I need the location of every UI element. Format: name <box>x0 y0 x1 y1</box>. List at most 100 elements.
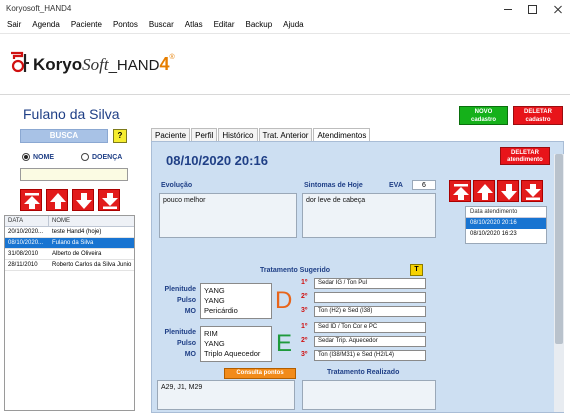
cell-name: Fulano da Silva <box>52 240 94 246</box>
pulso-label: Pulso <box>176 297 196 304</box>
window-title: Koryosoft_HAND4 <box>6 4 72 13</box>
at-down-button[interactable] <box>497 180 519 202</box>
deletar-atendimento-button[interactable]: DELETAR atendimento <box>500 147 550 165</box>
radio-nome[interactable]: NOME <box>22 153 54 161</box>
sintomas-field[interactable]: dor leve de cabeça <box>302 193 436 238</box>
search-input[interactable] <box>20 168 128 181</box>
table-row[interactable]: 28/11/2010 Roberto Carlos da Silva Junio <box>5 260 134 271</box>
cell-date: 08/10/2020... <box>8 240 44 246</box>
novo-cadastro-button[interactable]: NOVO cadastro <box>459 106 508 125</box>
ordinal-2: 2º <box>301 293 308 300</box>
column-header-data[interactable]: DATA <box>5 216 49 226</box>
menu-agenda[interactable]: Agenda <box>32 18 60 32</box>
menu-pontos[interactable]: Pontos <box>113 18 138 32</box>
arrow-first-icon <box>453 184 469 200</box>
atendimento-datetime: 08/10/2020 20:16 <box>166 153 268 168</box>
letter-e: E <box>276 330 293 357</box>
ordinal-2: 2º <box>301 337 308 344</box>
at-up-button[interactable] <box>473 180 495 202</box>
tab-paciente[interactable]: Paciente <box>151 128 191 141</box>
point-d-2[interactable] <box>314 292 426 303</box>
table-row[interactable]: 20/10/2020... teste Hand4 (hoje) <box>5 227 134 238</box>
tratamento-realizado-field[interactable] <box>302 380 436 410</box>
pulso-value: YANG <box>204 339 225 348</box>
menu-paciente[interactable]: Paciente <box>71 18 102 32</box>
ordinal-3: 3º <box>301 307 308 314</box>
cell-name: teste Hand4 (hoje) <box>52 229 102 235</box>
radio-nome-dot[interactable] <box>22 153 30 161</box>
column-header-nome[interactable]: NOME <box>49 216 134 226</box>
arrow-up-icon <box>50 193 66 209</box>
help-button[interactable]: ? <box>113 129 127 143</box>
point-e-2[interactable]: Sedar Trip. Aquecedor <box>314 336 426 347</box>
maximize-icon[interactable] <box>520 0 544 18</box>
points-field[interactable]: A29, J1, M29 <box>157 380 295 410</box>
plenitude-value: YANG <box>204 286 225 295</box>
ordinal-1: 1º <box>301 279 308 286</box>
point-d-3[interactable]: Ton (H2) e Sed (I38) <box>314 306 426 317</box>
logo-text: KoryoSoft_HAND4® <box>33 54 175 74</box>
table-row[interactable]: 08/10/2020... Fulano da Silva <box>5 238 134 249</box>
menu-backup[interactable]: Backup <box>245 18 272 32</box>
deletar-label: DELETAR <box>524 109 552 115</box>
deletar-at-sublabel: atendimento <box>507 157 543 163</box>
point-e-3[interactable]: Ton (I38/M31) e Sed (H2/L4) <box>314 350 426 361</box>
radio-doenca[interactable]: DOENÇA <box>81 153 122 161</box>
consulta-pontos-button[interactable]: Consulta pontos <box>224 368 296 379</box>
pulso-value: YANG <box>204 296 225 305</box>
point-e-1[interactable]: Sed ID / Ton Cor e PC <box>314 322 426 333</box>
evolucao-field[interactable]: pouco melhor <box>159 193 297 238</box>
deletar-cadastro-button[interactable]: DELETAR cadastro <box>513 106 563 125</box>
up-button[interactable] <box>46 189 68 211</box>
koryo-emblem-icon <box>11 51 29 73</box>
plenitude-label: Plenitude <box>164 286 196 293</box>
scrollbar-thumb[interactable] <box>555 154 563 344</box>
point-d-1[interactable]: Sedar IG / Ton Pul <box>314 278 426 289</box>
t-button[interactable]: T <box>410 264 423 276</box>
mo-label: MO <box>184 351 196 358</box>
patient-name: Fulano da Silva <box>23 106 120 122</box>
deletar-sublabel: cadastro <box>525 117 551 123</box>
group-e-values: RIM YANG Triplo Aquecedor <box>200 326 272 362</box>
first-button[interactable] <box>20 189 42 211</box>
list-item[interactable]: 08/10/2020 16:23 <box>466 229 546 240</box>
tab-historico[interactable]: Histórico <box>218 128 258 141</box>
list-item[interactable]: 08/10/2020 20:16 <box>466 218 546 229</box>
mo-value: Triplo Aquecedor <box>204 349 261 358</box>
novo-label: NOVO <box>474 109 493 115</box>
tab-bar: Paciente Perfil Histórico Trat. Anterior… <box>151 128 371 141</box>
menu-buscar[interactable]: Buscar <box>149 18 174 32</box>
plenitude-label: Plenitude <box>164 329 196 336</box>
letter-d: D <box>275 287 293 314</box>
mo-value: Pericárdio <box>204 306 238 315</box>
radio-doenca-dot[interactable] <box>81 153 89 161</box>
plenitude-value: RIM <box>204 329 218 338</box>
down-button[interactable] <box>72 189 94 211</box>
group-e-labels: Plenitude Pulso MO <box>152 327 196 360</box>
menu-ajuda[interactable]: Ajuda <box>283 18 303 32</box>
cell-date: 20/10/2020... <box>8 229 44 235</box>
menu-sair[interactable]: Sair <box>7 18 21 32</box>
cell-date: 28/11/2010 <box>8 262 38 268</box>
tratamento-sugerido-label: Tratamento Sugerido <box>260 267 331 274</box>
tab-perfil[interactable]: Perfil <box>191 128 218 141</box>
arrow-last-icon <box>102 193 118 209</box>
table-row[interactable]: 31/08/2010 Alberto de Oliveira <box>5 249 134 260</box>
arrow-down-icon <box>76 193 92 209</box>
at-first-button[interactable] <box>449 180 471 202</box>
tab-trat-anterior[interactable]: Trat. Anterior <box>258 128 313 141</box>
menu-bar: Sair Agenda Paciente Pontos Buscar Atlas… <box>0 18 570 32</box>
eva-field[interactable]: 6 <box>412 180 436 190</box>
close-icon[interactable] <box>546 0 570 18</box>
at-last-button[interactable] <box>521 180 543 202</box>
tratamento-realizado-label: Tratamento Realizado <box>327 369 400 376</box>
last-button[interactable] <box>98 189 120 211</box>
busca-button[interactable]: BUSCA <box>20 129 108 143</box>
patient-table: DATA NOME 20/10/2020... teste Hand4 (hoj… <box>4 215 135 411</box>
arrow-first-icon <box>24 193 40 209</box>
minimize-icon[interactable] <box>496 0 520 18</box>
panel-scrollbar[interactable] <box>554 154 564 412</box>
menu-atlas[interactable]: Atlas <box>185 18 203 32</box>
menu-editar[interactable]: Editar <box>214 18 235 32</box>
tab-atendimentos[interactable]: Atendimentos <box>313 128 371 141</box>
